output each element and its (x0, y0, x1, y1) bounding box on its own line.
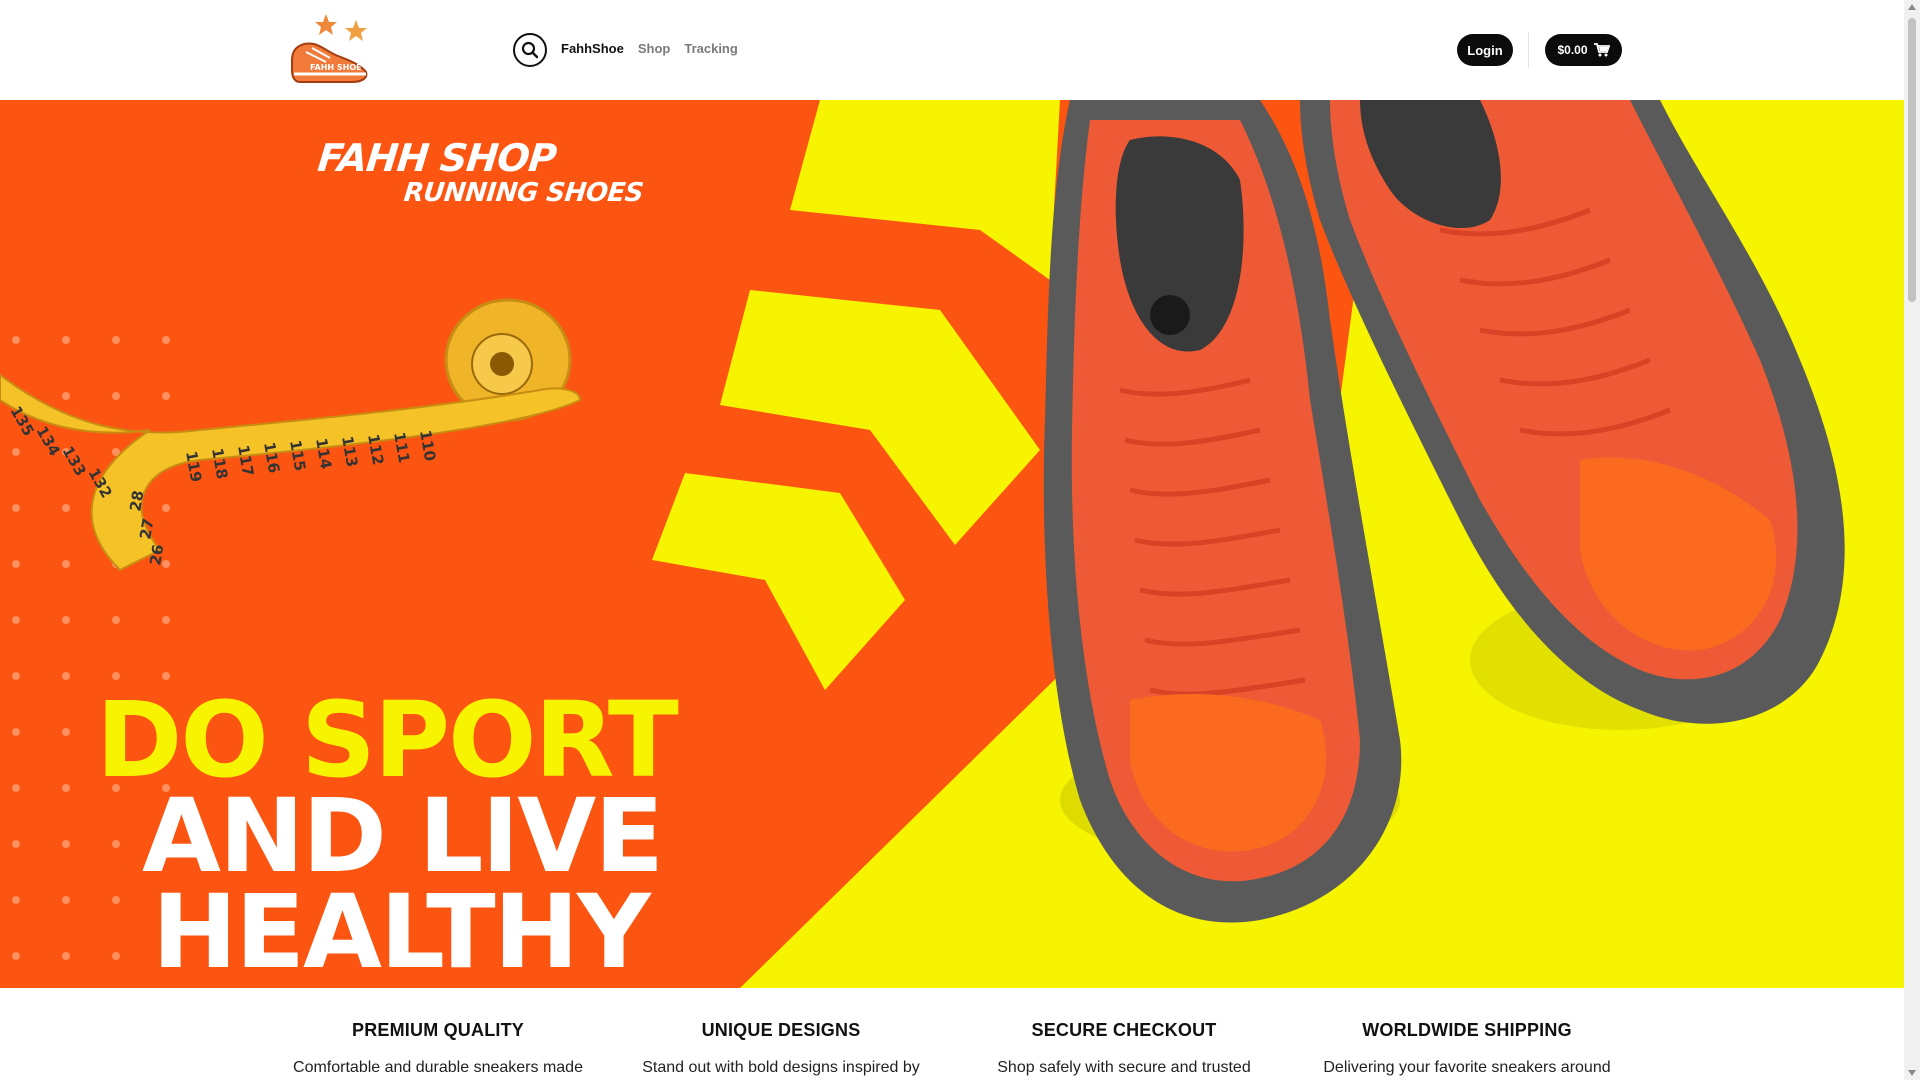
search-button[interactable] (513, 33, 547, 67)
hero-brand-subtitle: RUNNING SHOES (402, 178, 645, 208)
svg-text:28: 28 (126, 489, 147, 513)
login-button[interactable]: Login (1457, 34, 1513, 66)
svg-text:26: 26 (146, 543, 167, 567)
nav-item-fahhshoe[interactable]: FahhShoe (561, 41, 624, 56)
scroll-up-arrow-icon[interactable] (1908, 4, 1916, 10)
feature-worldwide-shipping: WORLDWIDE SHIPPING Delivering your favor… (1307, 1020, 1627, 1077)
feature-unique-designs: UNIQUE DESIGNS Stand out with bold desig… (621, 1020, 941, 1077)
svg-text:27: 27 (136, 517, 157, 541)
feature-text: Shop safely with secure and trusted (997, 1059, 1251, 1076)
feature-title: UNIQUE DESIGNS (701, 1020, 861, 1040)
feature-text: Stand out with bold designs inspired by (642, 1059, 920, 1076)
features-section: PREMIUM QUALITY Comfortable and durable … (0, 988, 1904, 1080)
feature-title: SECURE CHECKOUT (1031, 1020, 1217, 1040)
hero-banner[interactable]: 119 118 117 116 115 114 113 112 111 110 … (0, 100, 1904, 988)
logo-sneaker-icon[interactable]: FAHH SHOE (286, 12, 372, 88)
header-divider (1528, 32, 1529, 68)
scrollbar-thumb[interactable] (1908, 18, 1916, 302)
feature-secure-checkout: SECURE CHECKOUT Shop safely with secure … (964, 1020, 1284, 1077)
cart-icon (1593, 43, 1610, 57)
cart-button[interactable]: $0.00 (1545, 34, 1622, 66)
scroll-down-arrow-icon[interactable] (1908, 1070, 1916, 1076)
nav-item-tracking[interactable]: Tracking (684, 41, 737, 56)
feature-text: Delivering your favorite sneakers around (1323, 1059, 1611, 1076)
logo-text: FAHH SHOE (310, 63, 362, 72)
feature-text: Comfortable and durable sneakers made (293, 1059, 583, 1076)
site-header: FAHH SHOE FahhShoe Shop Tracking Login $… (0, 0, 1904, 100)
search-icon (521, 41, 539, 59)
page-scrollbar[interactable] (1904, 0, 1920, 1080)
hero-headline-line-3: HEALTHY (152, 873, 651, 988)
nav-item-shop[interactable]: Shop (638, 41, 671, 56)
hero-brand-title: FAHH SHOP (315, 136, 558, 180)
feature-title: PREMIUM QUALITY (352, 1020, 524, 1040)
cart-total: $0.00 (1557, 43, 1588, 57)
main-nav: FahhShoe Shop Tracking (561, 41, 738, 56)
feature-premium-quality: PREMIUM QUALITY Comfortable and durable … (278, 1020, 598, 1077)
feature-title: WORLDWIDE SHIPPING (1362, 1020, 1572, 1040)
